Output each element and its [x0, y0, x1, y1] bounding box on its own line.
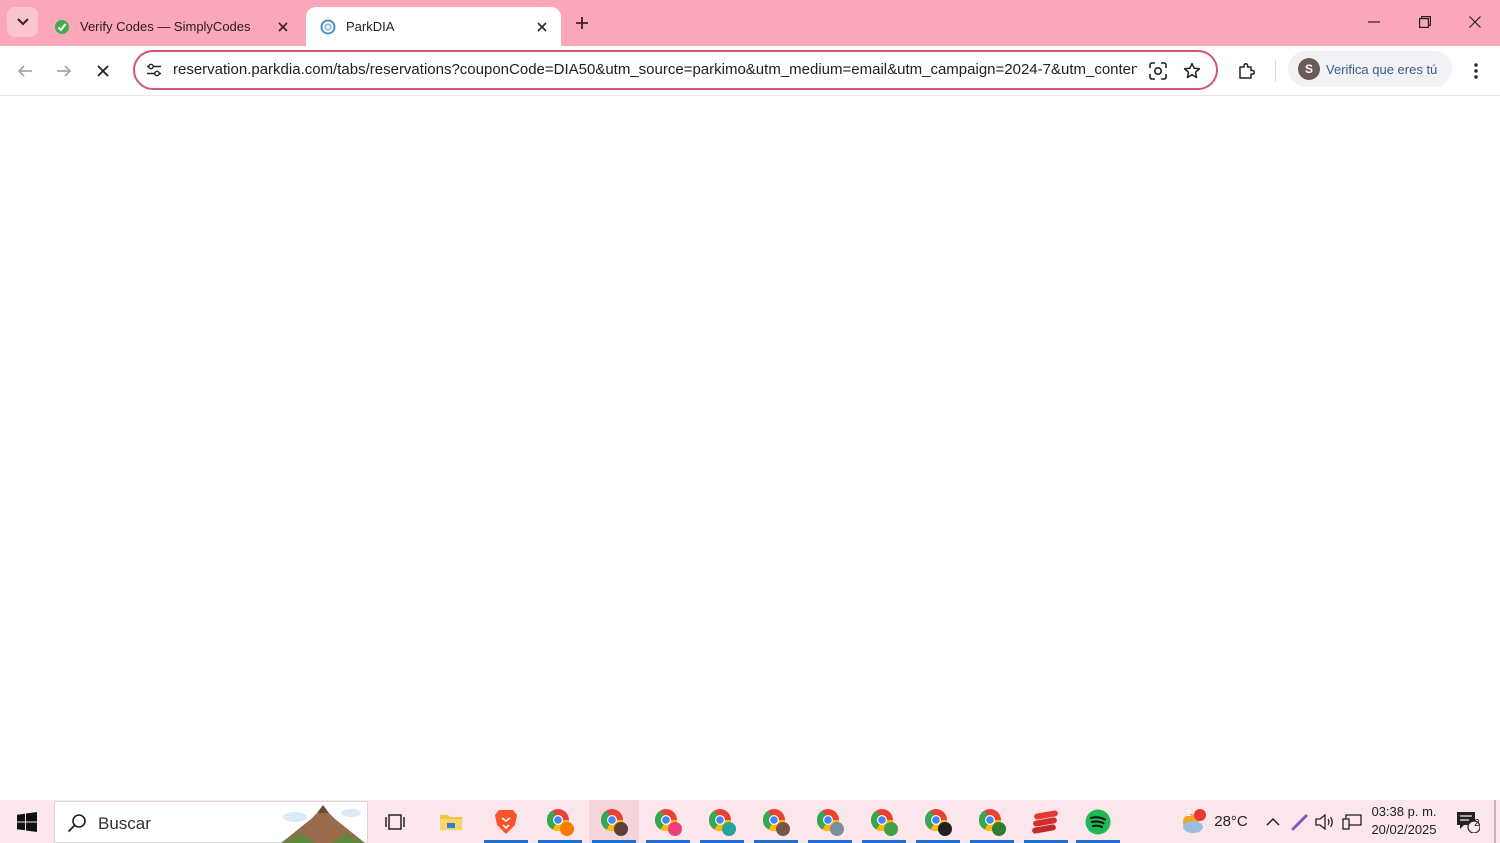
windows-icon	[17, 811, 37, 832]
taskbar-chrome-profile[interactable]	[805, 800, 855, 843]
network-icon	[1342, 813, 1362, 830]
plus-icon	[576, 17, 588, 29]
minimize-icon	[1368, 21, 1380, 23]
tab-strip: Verify Codes — SimplyCodes ParkDIA	[0, 0, 1500, 46]
pen-icon	[1291, 814, 1308, 830]
chrome-icon	[601, 808, 628, 836]
restore-button[interactable]	[1400, 0, 1450, 44]
taskbar-spotify[interactable]	[1073, 800, 1123, 843]
taskbar-chrome-profile[interactable]	[589, 800, 639, 843]
chrome-icon	[979, 808, 1006, 836]
extensions-button[interactable]	[1231, 55, 1263, 87]
volume-icon	[1315, 813, 1333, 830]
volcano-illustration-icon	[281, 805, 365, 843]
taskbar-red-app[interactable]	[1021, 800, 1071, 843]
weather-alert-icon	[1183, 808, 1207, 833]
notification-count: 2	[1474, 818, 1480, 829]
minimize-button[interactable]	[1349, 0, 1399, 44]
tab-parkdia[interactable]: ParkDIA	[306, 7, 561, 46]
taskbar-chrome-profile[interactable]	[859, 800, 909, 843]
red-app-icon	[1032, 809, 1058, 834]
chrome-icon	[871, 808, 898, 836]
back-button[interactable]	[9, 55, 41, 87]
forward-button[interactable]	[48, 55, 80, 87]
browser-menu-button[interactable]	[1460, 55, 1492, 87]
tab-simplycodes[interactable]: Verify Codes — SimplyCodes	[40, 7, 302, 46]
browser-toolbar: reservation.parkdia.com/tabs/reservation…	[0, 46, 1500, 96]
taskbar-clock[interactable]: 03:38 p. m. 20/02/2025	[1368, 803, 1440, 839]
url-text: reservation.parkdia.com/tabs/reservation…	[173, 61, 1137, 78]
clock-date: 20/02/2025	[1371, 822, 1437, 837]
puzzle-icon	[1239, 62, 1256, 79]
chrome-icon	[763, 808, 790, 836]
taskbar-task-view[interactable]	[370, 800, 420, 843]
taskbar-file-explorer[interactable]	[426, 800, 476, 843]
tab-search-button[interactable]	[7, 7, 38, 37]
search-placeholder: Buscar	[98, 814, 151, 833]
tab-title: ParkDIA	[346, 19, 395, 34]
close-window-button[interactable]	[1450, 0, 1500, 44]
show-desktop-button[interactable]	[1494, 800, 1496, 843]
pen-tray-button[interactable]	[1288, 800, 1312, 843]
close-tab-icon[interactable]	[274, 18, 292, 36]
folder-icon	[440, 814, 462, 830]
star-icon	[1183, 62, 1201, 79]
spotify-icon	[1085, 809, 1111, 834]
restore-icon	[1419, 16, 1431, 28]
taskbar-chrome-profile[interactable]	[913, 800, 963, 843]
address-bar[interactable]: reservation.parkdia.com/tabs/reservation…	[133, 50, 1218, 90]
start-button[interactable]	[0, 800, 54, 843]
search-icon	[67, 814, 86, 833]
parkdia-icon	[320, 19, 336, 34]
windows-taskbar: Buscar 1 28°C 03:38 p. m. 20/02/2025 2	[0, 800, 1500, 843]
chevron-up-icon	[1266, 817, 1280, 826]
bookmark-button[interactable]	[1179, 58, 1205, 84]
taskbar-search[interactable]: Buscar	[54, 801, 368, 843]
chevron-down-icon	[16, 18, 29, 26]
tune-icon	[147, 63, 161, 77]
taskbar-chrome-profile[interactable]	[967, 800, 1017, 843]
network-button[interactable]	[1340, 800, 1364, 843]
toolbar-divider	[1275, 60, 1276, 82]
chrome-icon	[817, 808, 844, 836]
tab-title: Verify Codes — SimplyCodes	[80, 19, 251, 34]
weather-temperature: 28°C	[1214, 813, 1248, 830]
close-icon	[1469, 16, 1481, 28]
taskbar-chrome-profile[interactable]	[535, 800, 585, 843]
show-hidden-icons-button[interactable]	[1262, 800, 1284, 843]
notifications-button[interactable]: 2	[1450, 800, 1486, 843]
taskbar-brave[interactable]	[481, 800, 531, 843]
taskbar-chrome-profile[interactable]	[751, 800, 801, 843]
site-info-button[interactable]	[141, 57, 167, 83]
more-vert-icon	[1474, 63, 1478, 79]
profile-verify-label: Verifica que eres tú	[1326, 61, 1438, 77]
lens-icon	[1149, 62, 1167, 80]
brave-icon	[495, 809, 517, 834]
avatar: S	[1298, 58, 1320, 80]
close-tab-icon[interactable]	[533, 18, 551, 36]
google-lens-button[interactable]	[1145, 58, 1171, 84]
weather-widget[interactable]: 1 28°C	[1168, 800, 1258, 843]
chrome-icon	[709, 808, 736, 836]
arrow-left-icon	[17, 65, 32, 77]
taskbar-chrome-profile[interactable]	[643, 800, 693, 843]
new-tab-button[interactable]	[568, 10, 596, 36]
page-content	[0, 96, 1500, 800]
clock-time: 03:38 p. m.	[1371, 804, 1437, 819]
chrome-icon	[925, 808, 952, 836]
taskbar-chrome-profile[interactable]	[697, 800, 747, 843]
weather-alert-count: 1	[1186, 808, 1192, 818]
stop-loading-button[interactable]	[87, 55, 119, 87]
chrome-icon	[547, 808, 574, 836]
profile-button[interactable]: S Verifica que eres tú	[1288, 51, 1452, 87]
simplycodes-icon	[55, 19, 69, 34]
task-view-icon	[385, 813, 405, 830]
close-icon	[97, 65, 109, 77]
chrome-icon	[655, 808, 682, 836]
arrow-right-icon	[57, 65, 72, 77]
volume-button[interactable]	[1313, 800, 1337, 843]
